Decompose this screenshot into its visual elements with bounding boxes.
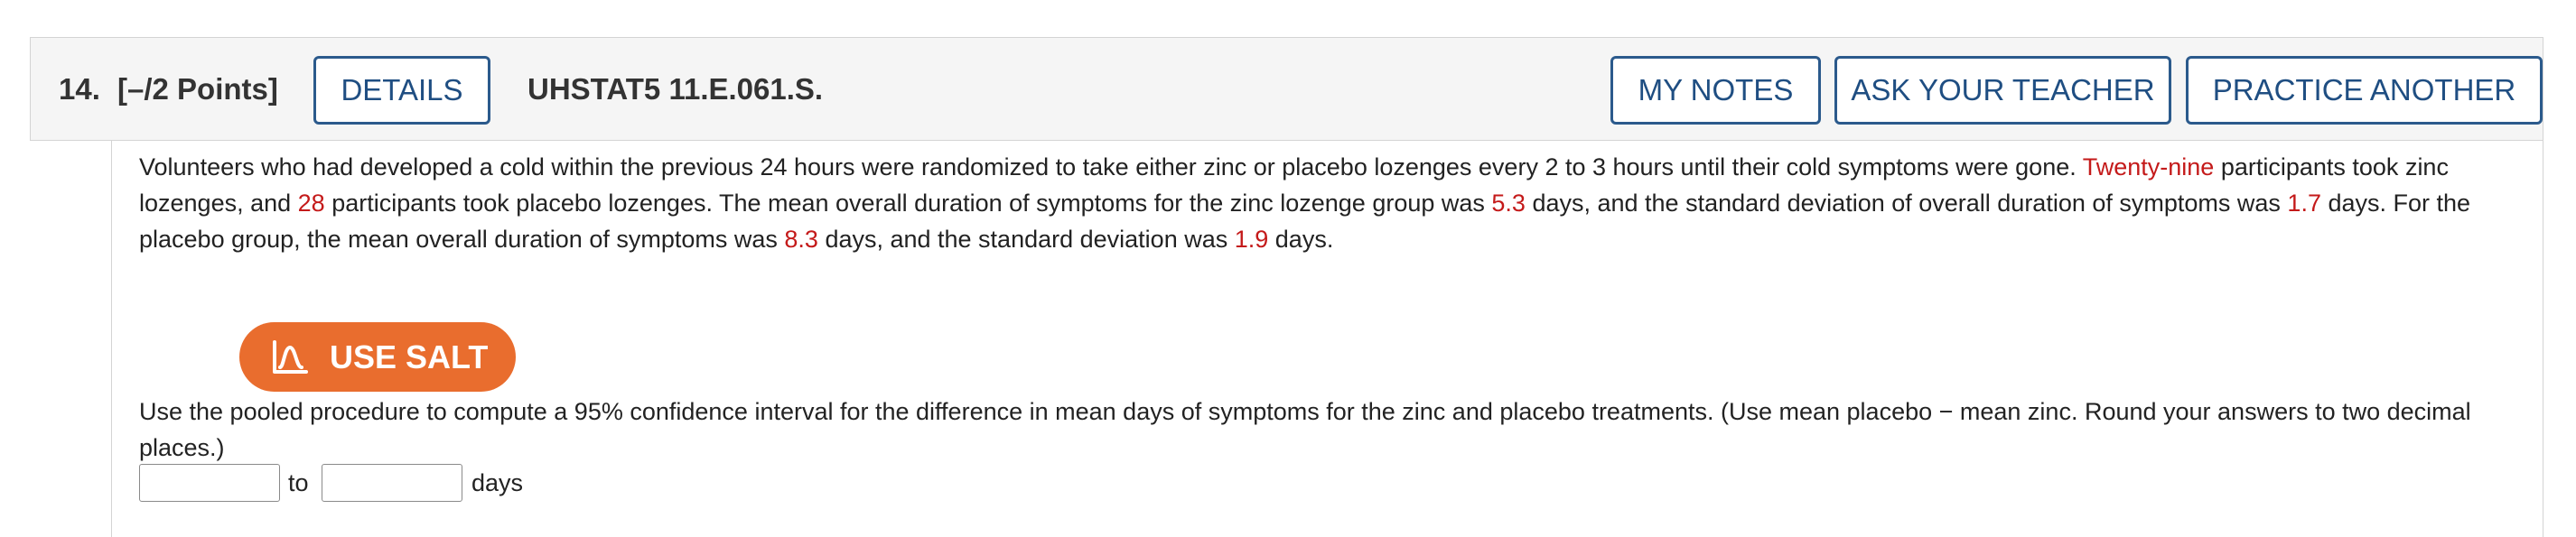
problem-text: Volunteers who had developed a cold with…	[139, 153, 2083, 181]
zinc-mean: 5.3	[1491, 190, 1526, 217]
question-number: 14.	[59, 72, 100, 106]
placebo-sample-size: 28	[297, 190, 325, 217]
salt-distribution-icon	[273, 340, 308, 374]
placebo-mean: 8.3	[784, 226, 818, 253]
lower-bound-input[interactable]	[139, 464, 280, 502]
question-body: Volunteers who had developed a cold with…	[111, 140, 2543, 537]
question-header: 14. [–/2 Points] DETAILS UHSTAT5 11.E.06…	[30, 37, 2543, 141]
use-salt-button[interactable]: USE SALT	[239, 322, 516, 392]
question-points: [–/2 Points]	[117, 72, 278, 106]
instructions-text: Use the pooled procedure to compute a 95…	[139, 398, 2471, 461]
problem-text: days, and the standard deviation of over…	[1525, 190, 2288, 217]
upper-bound-input[interactable]	[322, 464, 462, 502]
zinc-sd: 1.7	[2287, 190, 2321, 217]
problem-text: participants took placebo lozenges. The …	[324, 190, 1492, 217]
placebo-sd: 1.9	[1234, 226, 1269, 253]
to-label: to	[288, 469, 309, 496]
my-notes-button[interactable]: MY NOTES	[1610, 56, 1821, 125]
practice-another-button[interactable]: PRACTICE ANOTHER	[2186, 56, 2543, 125]
zinc-sample-size: Twenty-nine	[2082, 153, 2215, 181]
ask-your-teacher-button[interactable]: ASK YOUR TEACHER	[1834, 56, 2171, 125]
use-salt-label: USE SALT	[330, 338, 489, 375]
problem-text: days.	[1268, 226, 1334, 253]
units-label: days	[471, 469, 524, 496]
problem-text: days, and the standard deviation was	[817, 226, 1235, 253]
question-code: UHSTAT5 11.E.061.S.	[527, 72, 824, 106]
question-container: 14. [–/2 Points] DETAILS UHSTAT5 11.E.06…	[30, 37, 2545, 537]
problem-statement: Volunteers who had developed a cold with…	[139, 149, 2524, 257]
details-button[interactable]: DETAILS	[313, 56, 490, 125]
